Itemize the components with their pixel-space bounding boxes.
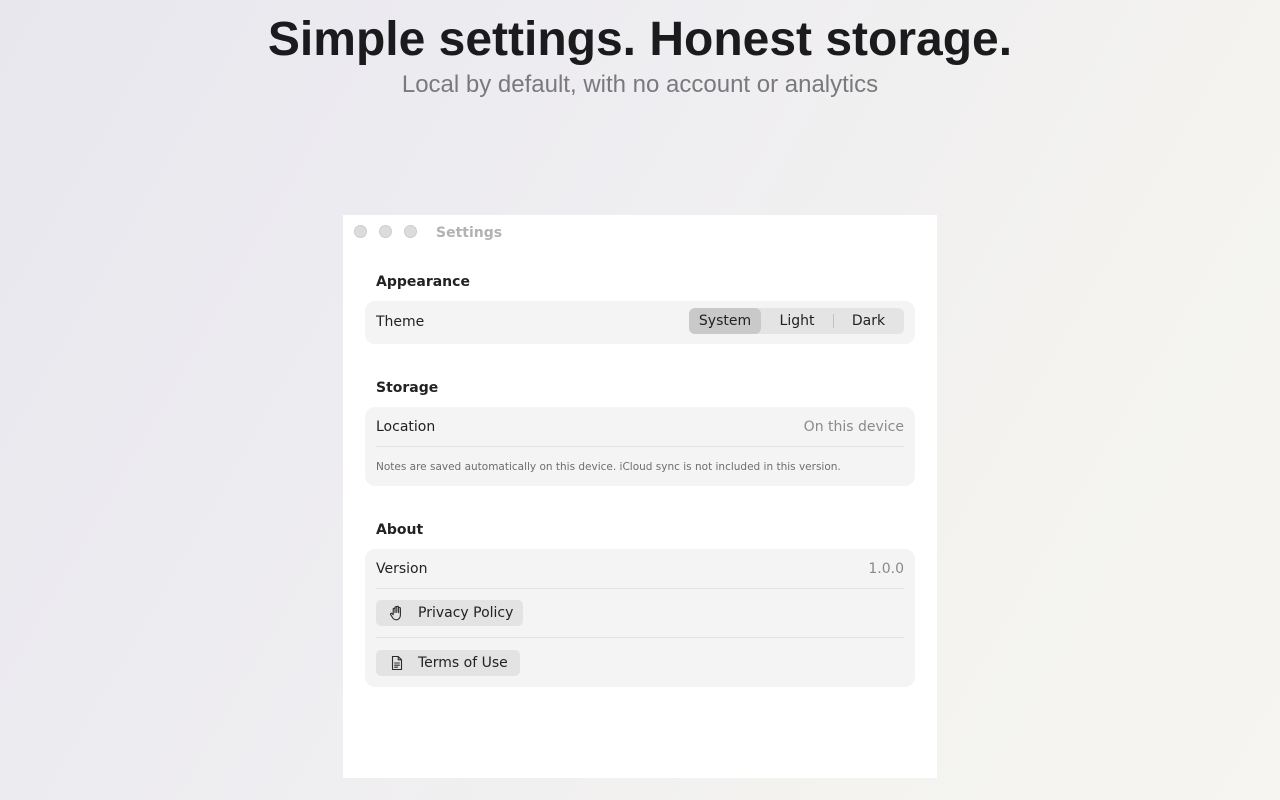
terms-of-use-label: Terms of Use [418, 655, 508, 671]
theme-option-light[interactable]: Light [761, 308, 833, 334]
row-divider [376, 588, 904, 589]
settings-window: Settings Appearance Theme System Light D… [343, 215, 937, 778]
storage-group: Location On this device Notes are saved … [365, 407, 915, 486]
window-close-button[interactable] [354, 225, 367, 238]
privacy-policy-button[interactable]: Privacy Policy [376, 600, 523, 626]
section-header-storage: Storage [376, 380, 439, 396]
theme-segmented-control[interactable]: System Light Dark [689, 308, 904, 334]
row-divider [376, 446, 904, 447]
hero-title: Simple settings. Honest storage. [267, 13, 1013, 66]
window-minimize-button[interactable] [379, 225, 392, 238]
document-icon [388, 654, 406, 672]
terms-of-use-button[interactable]: Terms of Use [376, 650, 520, 676]
about-group: Version 1.0.0 Privacy Policy Terms of Us… [365, 549, 915, 687]
hero-subtitle: Local by default, with no account or ana… [401, 71, 879, 98]
storage-note: Notes are saved automatically on this de… [376, 461, 841, 473]
theme-label: Theme [376, 314, 425, 330]
location-row: Location On this device [376, 418, 904, 436]
privacy-policy-label: Privacy Policy [418, 605, 514, 621]
window-titlebar[interactable]: Settings [343, 215, 937, 251]
theme-option-system[interactable]: System [689, 308, 761, 334]
appearance-group: Theme System Light Dark [365, 301, 915, 344]
version-label: Version [376, 561, 428, 577]
section-header-appearance: Appearance [376, 274, 470, 290]
window-title: Settings [436, 225, 503, 241]
version-value: 1.0.0 [868, 561, 904, 577]
theme-option-dark[interactable]: Dark [833, 308, 904, 334]
window-zoom-button[interactable] [404, 225, 417, 238]
hand-raised-icon [388, 604, 406, 622]
location-value: On this device [803, 419, 904, 435]
row-divider [376, 637, 904, 638]
version-row: Version 1.0.0 [376, 560, 904, 578]
location-label: Location [376, 419, 436, 435]
section-header-about: About [376, 522, 424, 538]
